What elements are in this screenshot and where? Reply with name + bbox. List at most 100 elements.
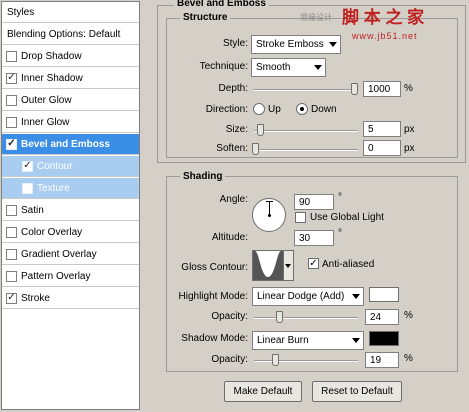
technique-select[interactable]: Smooth: [251, 58, 326, 77]
style-item-stroke[interactable]: ✓ Stroke: [2, 288, 139, 309]
contour-checkbox[interactable]: ✓: [22, 160, 33, 172]
depth-label: Depth:: [218, 83, 248, 94]
styles-list: Styles Blending Options: Default Drop Sh…: [1, 1, 140, 410]
soften-slider-thumb[interactable]: [252, 143, 259, 155]
gloss-contour-preview[interactable]: [252, 250, 284, 281]
angle-dial-crosshair: [266, 201, 273, 202]
shadow-opacity-track[interactable]: [254, 360, 358, 362]
blending-options-item[interactable]: Blending Options: Default: [2, 24, 139, 45]
inner-shadow-checkbox[interactable]: ✓: [6, 72, 17, 84]
texture-checkbox[interactable]: [22, 182, 33, 194]
soften-slider-track[interactable]: [254, 149, 358, 151]
size-input[interactable]: 5: [363, 121, 401, 137]
reset-to-default-button[interactable]: Reset to Default: [312, 381, 402, 402]
direction-down-radio[interactable]: [296, 103, 308, 115]
inner-glow-checkbox[interactable]: [6, 116, 17, 128]
soften-unit: px: [404, 143, 415, 154]
anti-aliased-label: Anti-aliased: [322, 259, 375, 270]
style-item-label: Inner Glow: [21, 116, 70, 128]
style-item-label: Pattern Overlay: [21, 270, 91, 282]
style-item-gradient-overlay[interactable]: Gradient Overlay: [2, 244, 139, 265]
style-item-contour[interactable]: ✓ Contour: [2, 156, 139, 177]
angle-dial-needle: [269, 202, 270, 215]
contour-curve-icon: [253, 251, 283, 280]
highlight-opacity-track[interactable]: [254, 317, 358, 319]
depth-slider-track[interactable]: [254, 89, 358, 91]
size-slider-track[interactable]: [254, 130, 358, 132]
highlight-opacity-thumb[interactable]: [276, 311, 283, 323]
style-item-outer-glow[interactable]: Outer Glow: [2, 90, 139, 111]
structure-title: Structure: [180, 12, 231, 23]
technique-label: Technique:: [199, 61, 248, 72]
angle-label: Angle:: [219, 194, 248, 205]
drop-shadow-checkbox[interactable]: [6, 50, 17, 62]
shadow-color-swatch[interactable]: [369, 331, 399, 346]
altitude-input[interactable]: 30: [294, 230, 334, 246]
style-select[interactable]: Stroke Emboss: [251, 35, 341, 54]
angle-unit: °: [338, 192, 342, 203]
style-item-label: Stroke: [21, 292, 50, 304]
style-item-pattern-overlay[interactable]: Pattern Overlay: [2, 266, 139, 287]
bevel-emboss-checkbox[interactable]: ✓: [6, 138, 17, 150]
shadow-opacity-thumb[interactable]: [272, 354, 279, 366]
chevron-down-icon: [285, 264, 291, 268]
use-global-light-checkbox[interactable]: [295, 212, 306, 223]
satin-checkbox[interactable]: [6, 204, 17, 216]
size-label: Size:: [225, 124, 248, 135]
shadow-opacity-unit: %: [404, 353, 413, 364]
styles-header[interactable]: Styles: [2, 2, 139, 23]
highlight-mode-value: Linear Dodge (Add): [257, 291, 345, 302]
pattern-overlay-checkbox[interactable]: [6, 270, 17, 282]
technique-select-value: Smooth: [256, 62, 291, 73]
soften-label: Soften:: [216, 143, 248, 154]
style-item-label: Contour: [37, 160, 73, 172]
style-item-label: Outer Glow: [21, 94, 72, 106]
highlight-opacity-input[interactable]: 24: [365, 309, 399, 325]
style-item-label: Color Overlay: [21, 226, 83, 238]
style-item-inner-shadow[interactable]: ✓ Inner Shadow: [2, 68, 139, 89]
style-item-inner-glow[interactable]: Inner Glow: [2, 112, 139, 133]
gradient-overlay-checkbox[interactable]: [6, 248, 17, 260]
direction-down-label: Down: [311, 104, 337, 115]
angle-dial[interactable]: [252, 198, 286, 232]
style-item-texture[interactable]: Texture: [2, 178, 139, 199]
watermark-brand: 脚 本 之 家: [342, 8, 425, 27]
use-global-light-label: Use Global Light: [310, 212, 384, 223]
highlight-mode-label: Highlight Mode:: [178, 291, 248, 302]
soften-input[interactable]: 0: [363, 140, 401, 156]
shadow-opacity-input[interactable]: 19: [365, 352, 399, 368]
depth-slider-thumb[interactable]: [351, 83, 358, 95]
style-item-color-overlay[interactable]: Color Overlay: [2, 222, 139, 243]
gloss-contour-dropdown[interactable]: [284, 250, 294, 281]
shading-title: Shading: [180, 171, 226, 182]
stroke-checkbox[interactable]: ✓: [6, 292, 17, 304]
shadow-opacity-label: Opacity:: [211, 354, 248, 365]
style-item-label: Bevel and Emboss: [21, 138, 110, 150]
anti-aliased-checkbox[interactable]: ✓: [308, 258, 319, 269]
chevron-down-icon: [329, 42, 337, 47]
make-default-button[interactable]: Make Default: [224, 381, 302, 402]
chevron-down-icon: [352, 338, 360, 343]
style-item-drop-shadow[interactable]: Drop Shadow: [2, 46, 139, 67]
blending-options-label: Blending Options: Default: [7, 28, 121, 40]
direction-up-radio[interactable]: [253, 103, 265, 115]
highlight-color-swatch[interactable]: [369, 287, 399, 302]
style-item-label: Gradient Overlay: [21, 248, 97, 260]
chevron-down-icon: [352, 294, 360, 299]
style-item-satin[interactable]: Satin: [2, 200, 139, 221]
depth-input[interactable]: 1000: [363, 81, 401, 97]
highlight-opacity-label: Opacity:: [211, 311, 248, 322]
size-slider-thumb[interactable]: [257, 124, 264, 136]
color-overlay-checkbox[interactable]: [6, 226, 17, 238]
style-select-value: Stroke Emboss: [256, 39, 324, 50]
style-item-label: Inner Shadow: [21, 72, 83, 84]
altitude-unit: °: [338, 228, 342, 239]
highlight-mode-select[interactable]: Linear Dodge (Add): [252, 287, 364, 306]
outer-glow-checkbox[interactable]: [6, 94, 17, 106]
size-unit: px: [404, 124, 415, 135]
style-item-bevel-emboss[interactable]: ✓ Bevel and Emboss: [2, 134, 139, 155]
angle-input[interactable]: 90: [294, 194, 334, 210]
bevel-emboss-title: Bevel and Emboss: [174, 0, 269, 9]
shadow-mode-select[interactable]: Linear Burn: [252, 331, 364, 350]
depth-unit: %: [404, 83, 413, 94]
